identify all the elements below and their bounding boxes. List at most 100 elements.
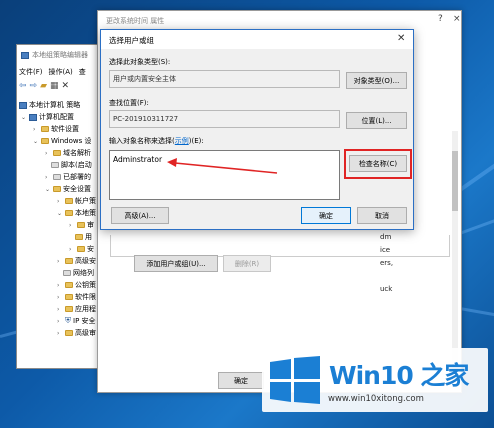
tree-item[interactable]: › 公钥策 [57,279,96,291]
gp-menubar: 文件(F) 操作(A) 查 [19,67,86,77]
add-user-button[interactable]: 添加用户或组(U)... [134,255,218,272]
gp-app-icon [21,51,29,59]
object-types-button[interactable]: 对象类型(O)... [346,72,407,89]
folder-icon [65,258,73,264]
chevron-down-icon[interactable]: ⌄ [57,210,63,217]
chevron-right-icon[interactable]: › [57,198,63,205]
highlight-box [344,149,412,179]
watermark: Win10 之家 www.win10xitong.com [262,348,488,412]
tree-item-label: 安 [87,245,94,253]
chevron-right-icon[interactable]: › [57,294,63,301]
tree-item[interactable]: 网络列 [63,267,94,279]
tree-item-label: 软件设置 [51,125,79,133]
tree-item-label: 审 [87,221,94,229]
chevron-right-icon[interactable]: › [57,318,63,325]
forward-arrow-icon[interactable]: ⇨ [30,81,38,91]
folder-icon[interactable]: ▰ [40,81,47,91]
list-item: ice [380,246,391,254]
tree-item[interactable]: › 软件限 [57,291,96,303]
tree-item-label: 帐户策 [75,197,96,205]
windows-logo-icon [270,356,320,404]
gp-titlebar: 本地组策略编辑器 [17,45,109,65]
tree-item[interactable]: › 安 [69,243,94,255]
tree-item[interactable]: ⌄ Windows 设 [33,135,91,147]
chevron-right-icon[interactable]: › [57,306,63,313]
folder-icon [65,330,73,336]
right-partial-list: dm ice ers, uck [380,231,393,296]
chevron-right-icon[interactable]: › [69,222,75,229]
tree-item[interactable]: › 高级安 [57,255,96,267]
chevron-right-icon[interactable]: › [33,126,39,133]
help-icon[interactable]: ? [438,14,443,24]
folder-icon [41,126,49,132]
tree-item-label: 本地策 [75,209,96,217]
folder-icon [51,162,59,168]
close-icon[interactable]: × [453,14,461,24]
tree-item[interactable]: › 审 [69,219,94,231]
dialog-cancel-button[interactable]: 取消 [357,207,407,224]
tree-item[interactable]: › 软件设置 [33,123,79,135]
close-icon[interactable]: ✕ [397,33,405,44]
gp-window-title: 本地组策略编辑器 [32,51,88,59]
locations-button[interactable]: 位置(L)... [346,112,407,129]
red-arrow-annotation [167,158,278,174]
tree-item[interactable]: › 高级审 [57,327,96,339]
tree-item[interactable]: 脚本(启动 [51,159,92,171]
tree-item[interactable]: › 域名解析 [45,147,91,159]
chevron-right-icon[interactable]: › [45,174,51,181]
list-item [380,270,393,283]
tree-item[interactable]: › 帐户策 [57,195,96,207]
chevron-right-icon[interactable]: › [57,258,63,265]
chevron-down-icon[interactable]: ⌄ [21,114,27,121]
dialog-ok-button[interactable]: 确定 [301,207,351,224]
scrollbar-thumb[interactable] [452,151,458,211]
console-tree-icon[interactable]: ▦ [50,81,59,91]
chevron-right-icon[interactable]: › [45,150,51,157]
menu-action[interactable]: 操作(A) [49,67,73,77]
computer-icon [19,101,27,109]
examples-link[interactable]: 示例 [175,137,189,145]
tree-item[interactable]: 用 [75,231,92,243]
advanced-button[interactable]: 高级(A)... [111,207,169,224]
chevron-right-icon[interactable]: › [57,330,63,337]
list-item: uck [380,285,393,293]
tree-item[interactable]: › 应用程 [57,303,96,315]
list-item: dm [380,233,392,241]
folder-icon [75,234,83,240]
user-list-box[interactable] [110,235,450,257]
scrollbar[interactable] [452,131,458,371]
tree-item[interactable]: 本地计算机 策略 [19,99,80,111]
menu-view[interactable]: 查 [79,67,86,77]
folder-icon [65,210,73,216]
tree-item-label: 安全设置 [63,185,91,193]
back-arrow-icon[interactable]: ⇦ [19,81,27,91]
chevron-right-icon[interactable]: › [69,246,75,253]
shield-icon: ⛨ [65,316,71,325]
folder-icon [65,198,73,204]
remove-button[interactable]: 删除(R) [223,255,271,272]
arrow-line [174,162,278,174]
object-type-field: 用户或内置安全主体 [109,70,340,88]
location-label: 查找位置(F): [109,99,149,107]
chevron-down-icon[interactable]: ⌄ [45,186,51,193]
watermark-url: www.win10xitong.com [328,394,424,404]
chevron-right-icon[interactable]: › [57,282,63,289]
tree-item-label: IP 安全 [73,317,96,325]
tree-item[interactable]: › ⛨ IP 安全 [57,315,96,327]
folder-icon [53,186,61,192]
menu-file[interactable]: 文件(F) [19,67,43,77]
folder-icon [77,246,85,252]
object-names-label: 输入对象名称来选择(示例)(E): [109,136,204,146]
tree-item[interactable]: › 已部署的 [45,171,91,183]
tree-item-label: 公钥策 [75,281,96,289]
dialog-title: 选择用户或组 [109,36,154,45]
tree-item[interactable]: ⌄ 本地策 [57,207,96,219]
tree-item-label: Windows 设 [51,137,92,145]
tree-item[interactable]: ⌄ 安全设置 [45,183,91,195]
chevron-down-icon[interactable]: ⌄ [33,138,39,145]
delete-icon[interactable]: ✕ [62,81,70,91]
tree-item[interactable]: ⌄ 计算机配置 [21,111,74,123]
properties-ok-button[interactable]: 确定 [218,372,264,389]
dialog-titlebar: 选择用户或组 ✕ [101,30,413,49]
tree-item-label: 高级审 [75,329,96,337]
